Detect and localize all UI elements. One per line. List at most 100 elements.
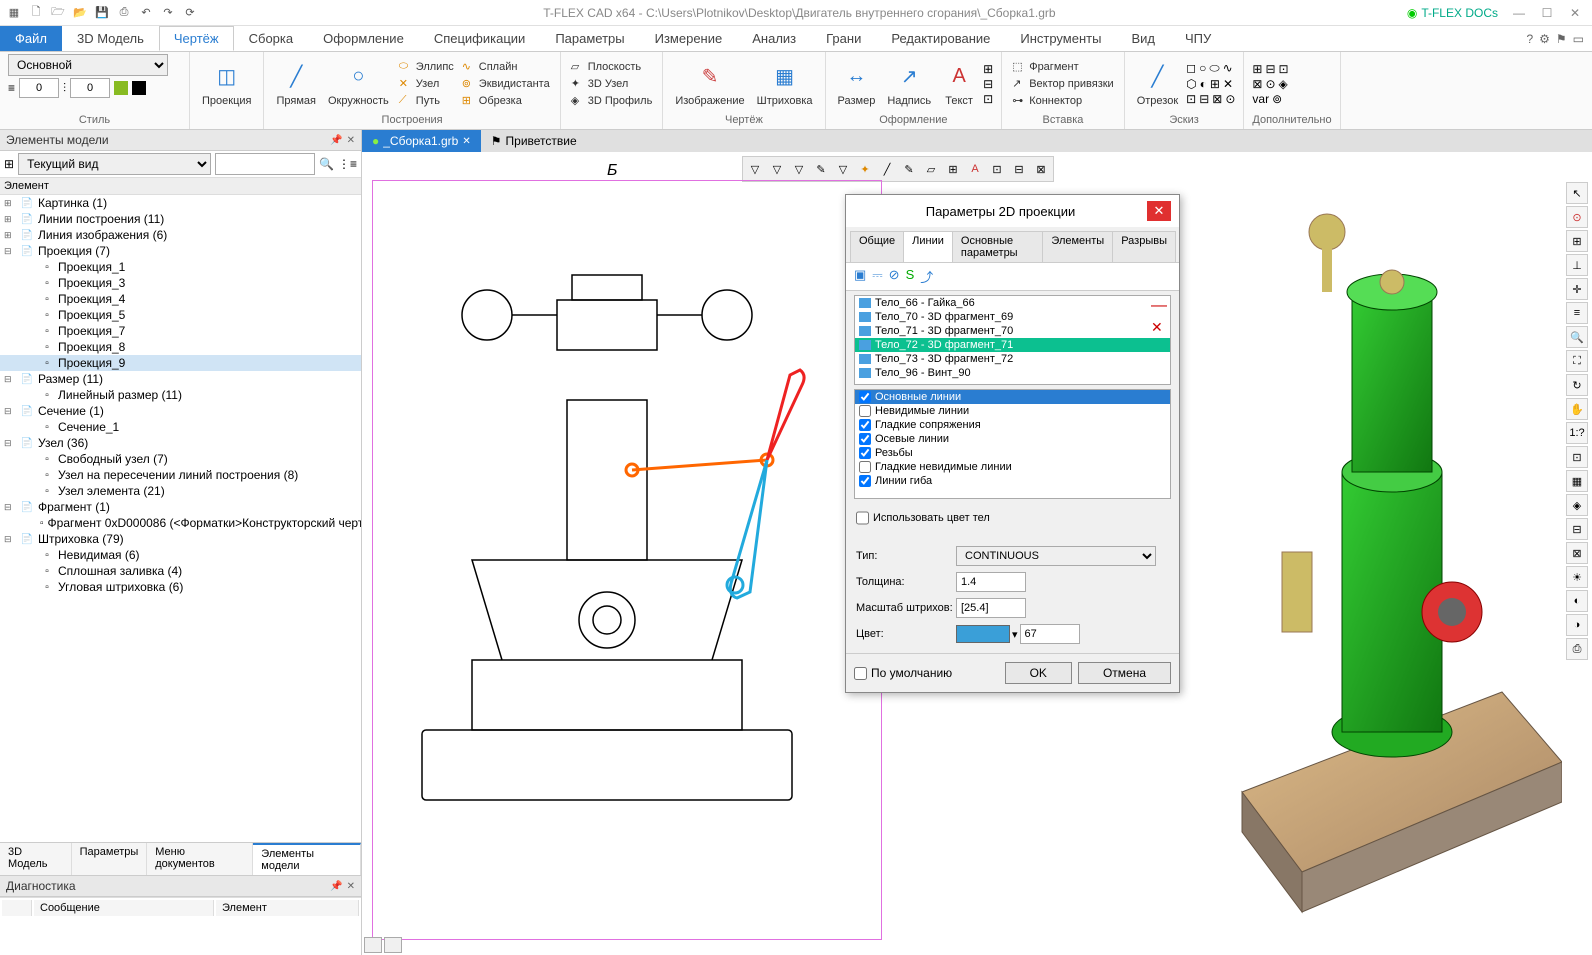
panel-tab-docmenu[interactable]: Меню документов xyxy=(147,843,253,875)
tree-item[interactable]: ⊞📄Линии построения (11) xyxy=(0,211,361,227)
tree-child[interactable]: ▫Линейный размер (11) xyxy=(0,387,361,403)
equi-button[interactable]: ⊚Эквидистанта xyxy=(460,76,552,92)
tab-3d-model[interactable]: 3D Модель xyxy=(62,26,159,51)
gear-icon[interactable]: ⚙ xyxy=(1539,32,1550,46)
ellipse-button[interactable]: ⬭Эллипс xyxy=(397,59,456,75)
table-icon[interactable]: ⊞ xyxy=(983,62,993,76)
sketch-tool-9[interactable]: ⊡ xyxy=(1186,92,1196,106)
hatch-scale-input[interactable] xyxy=(956,598,1026,618)
remove-body-icon[interactable]: — xyxy=(1151,297,1167,315)
tab-faces[interactable]: Грани xyxy=(811,26,876,51)
vt-11[interactable]: A xyxy=(965,159,985,179)
tree-child[interactable]: ▫Узел элемента (21) xyxy=(0,483,361,499)
st-view6[interactable]: ⊠ xyxy=(1566,542,1588,564)
tree-child[interactable]: ▫Проекция_8 xyxy=(0,339,361,355)
st-cursor[interactable]: ↖ xyxy=(1566,182,1588,204)
tab-cnc[interactable]: ЧПУ xyxy=(1170,26,1226,51)
flag-icon[interactable]: ⚑ xyxy=(1556,32,1567,46)
tab-measure[interactable]: Измерение xyxy=(640,26,738,51)
undo-icon[interactable]: ↶ xyxy=(136,3,156,23)
tree-child[interactable]: ▫Проекция_1 xyxy=(0,259,361,275)
tree-child[interactable]: ▫Проекция_4 xyxy=(0,291,361,307)
tool-4[interactable]: S xyxy=(906,267,915,286)
tree-child[interactable]: ▫Угловая штриховка (6) xyxy=(0,579,361,595)
pin-icon[interactable]: 📌 xyxy=(330,135,342,146)
body-item[interactable]: Тело_70 - 3D фрагмент_69 xyxy=(855,310,1170,324)
maximize-icon[interactable]: ☐ xyxy=(1534,3,1560,23)
tree-child[interactable]: ▫Узел на пересечении линий построения (8… xyxy=(0,467,361,483)
annotation-button[interactable]: ↗Надпись xyxy=(883,59,935,109)
vector-button[interactable]: ↗Вектор привязки xyxy=(1010,76,1116,92)
open-icon[interactable]: 🗁 xyxy=(48,3,68,23)
vt-14[interactable]: ⊠ xyxy=(1031,159,1051,179)
sketch-tool-11[interactable]: ⊠ xyxy=(1212,92,1222,106)
text-button[interactable]: AТекст xyxy=(939,59,979,109)
tree-item[interactable]: ⊟📄Узел (36) xyxy=(0,435,361,451)
tab-assembly[interactable]: Сборка xyxy=(234,26,309,51)
body-item[interactable]: Тело_73 - 3D фрагмент_72 xyxy=(855,352,1170,366)
save-icon[interactable]: 💾 xyxy=(92,3,112,23)
st-fit[interactable]: ⛶ xyxy=(1566,350,1588,372)
sketch-tool-7[interactable]: ⊞ xyxy=(1210,77,1220,91)
extra-8[interactable]: ⊚ xyxy=(1272,92,1282,106)
tree-child[interactable]: ▫Сечение_1 xyxy=(0,419,361,435)
line-types-list[interactable]: Основные линииНевидимые линииГладкие соп… xyxy=(854,389,1171,499)
st-zoom[interactable]: 🔍 xyxy=(1566,326,1588,348)
sketch-tool-3[interactable]: ⬭ xyxy=(1209,61,1219,76)
st-ortho[interactable]: ⊥ xyxy=(1566,254,1588,276)
st-layer[interactable]: ≡ xyxy=(1566,302,1588,324)
body-item[interactable]: Тело_96 - Винт_90 xyxy=(855,366,1170,380)
tree-item[interactable]: ⊟📄Размер (11) xyxy=(0,371,361,387)
tree-child[interactable]: ▫Фрагмент 0xD000086 (<Форматки>Конструкт… xyxy=(0,515,361,531)
dialog-close-icon[interactable]: ✕ xyxy=(1147,201,1171,221)
collapse-icon[interactable]: ▭ xyxy=(1573,32,1584,46)
tflex-docs-button[interactable]: T-FLEX DOCs xyxy=(1399,4,1506,22)
vt-2[interactable]: ▽ xyxy=(767,159,787,179)
close-icon[interactable]: ✕ xyxy=(1562,3,1588,23)
viewport-tab-1[interactable] xyxy=(364,937,382,953)
fragment-button[interactable]: ⬚Фрагмент xyxy=(1010,59,1116,75)
tool-5[interactable]: ⤴ xyxy=(920,267,933,286)
help-icon[interactable]: ? xyxy=(1526,32,1533,46)
vt-13[interactable]: ⊟ xyxy=(1009,159,1029,179)
view-combo[interactable]: Текущий вид xyxy=(18,153,211,175)
cancel-button[interactable]: Отмена xyxy=(1078,662,1171,684)
color-index-input[interactable] xyxy=(1020,624,1080,644)
diag-pin-icon[interactable]: 📌 xyxy=(330,881,342,892)
path-button[interactable]: ⟋Путь xyxy=(397,93,456,109)
st-view2[interactable]: ⊡ xyxy=(1566,446,1588,468)
use-body-color-check[interactable] xyxy=(856,508,869,528)
grid-icon[interactable]: ⊡ xyxy=(983,92,993,106)
circle-button[interactable]: ○Окружность xyxy=(324,59,393,109)
viewport-tab-2[interactable] xyxy=(384,937,402,953)
vt-3[interactable]: ▽ xyxy=(789,159,809,179)
vt-10[interactable]: ⊞ xyxy=(943,159,963,179)
line-type-item[interactable]: Осевые линии xyxy=(855,432,1170,446)
sketch-tool-8[interactable]: ✕ xyxy=(1223,77,1233,91)
trim-button[interactable]: ⊞Обрезка xyxy=(460,93,552,109)
search-input[interactable] xyxy=(215,153,315,175)
sketch-tool-4[interactable]: ∿ xyxy=(1223,61,1233,76)
dialog-tab-main-params[interactable]: Основные параметры xyxy=(952,231,1044,262)
dialog-tab-breaks[interactable]: Разрывы xyxy=(1112,231,1176,262)
vt-12[interactable]: ⊡ xyxy=(987,159,1007,179)
line-type-item[interactable]: Гладкие невидимые линии xyxy=(855,460,1170,474)
tree-item[interactable]: ⊟📄Сечение (1) xyxy=(0,403,361,419)
print-icon[interactable]: ⎙ xyxy=(114,3,134,23)
black-swatch[interactable] xyxy=(132,81,146,95)
projection-button[interactable]: ◫ Проекция xyxy=(198,59,255,109)
tree-child[interactable]: ▫Невидимая (6) xyxy=(0,547,361,563)
tree-item[interactable]: ⊞📄Линия изображения (6) xyxy=(0,227,361,243)
line-weight-icon[interactable]: ≡ xyxy=(8,81,15,95)
tab-view[interactable]: Вид xyxy=(1116,26,1170,51)
line-type-item[interactable]: Невидимые линии xyxy=(855,404,1170,418)
default-check[interactable] xyxy=(854,667,867,680)
st-view1[interactable]: 1:? xyxy=(1566,422,1588,444)
line-type-item[interactable]: Гладкие сопряжения xyxy=(855,418,1170,432)
open-folder-icon[interactable]: 📂 xyxy=(70,3,90,23)
tab-edit[interactable]: Редактирование xyxy=(876,26,1005,51)
panel-tab-params[interactable]: Параметры xyxy=(72,843,148,875)
segment-button[interactable]: ╱Отрезок xyxy=(1133,59,1182,109)
sketch-tool-1[interactable]: ◻ xyxy=(1186,61,1196,76)
node-button[interactable]: ✕Узел xyxy=(397,76,456,92)
